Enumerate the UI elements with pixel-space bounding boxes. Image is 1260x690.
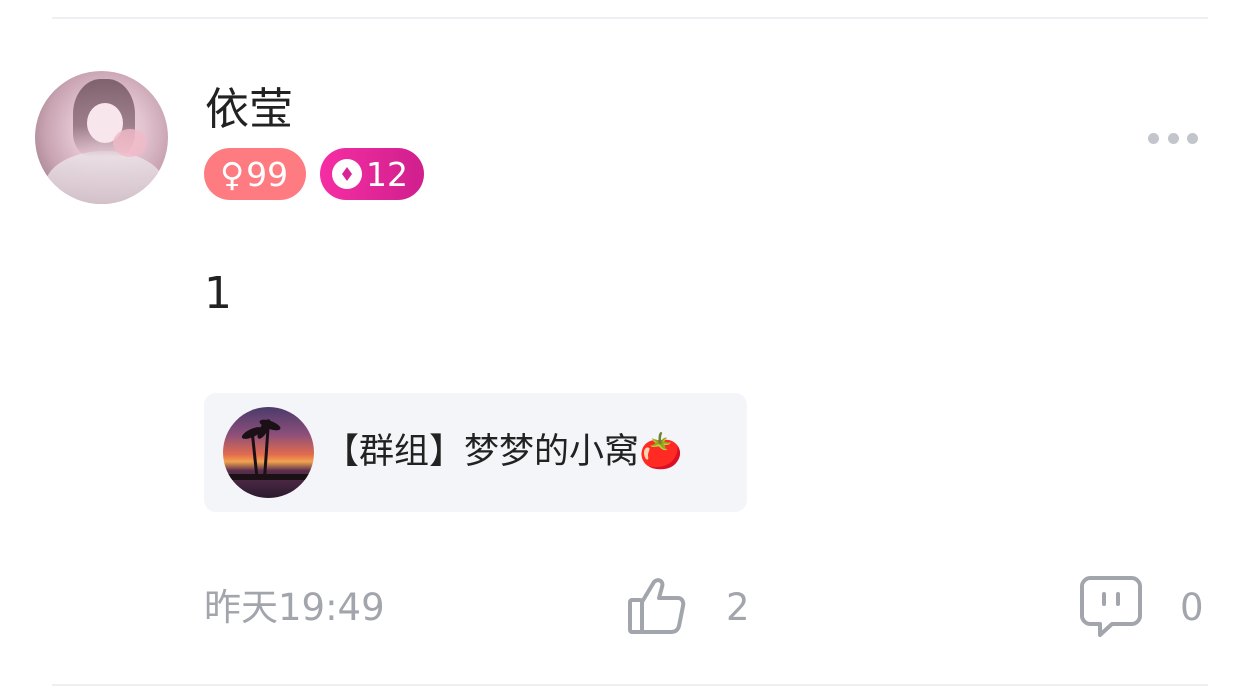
group-card[interactable]: 【群组】梦梦的小窝🍅 [204, 393, 747, 512]
comment-bubble-icon [1080, 576, 1142, 637]
post-content: 1 [204, 268, 232, 319]
gender-badge-value: 99 [246, 154, 289, 194]
diamond-icon [332, 159, 362, 189]
username[interactable]: 依莹 [205, 82, 293, 138]
more-dot [1187, 132, 1198, 144]
horizon-silhouette [223, 474, 314, 480]
more-dot [1167, 132, 1179, 144]
user-avatar[interactable] [35, 71, 168, 204]
post-timestamp: 昨天19:49 [204, 586, 385, 629]
thumbs-up-icon [628, 578, 686, 634]
like-button[interactable] [624, 574, 688, 638]
more-options-button[interactable] [1142, 124, 1204, 152]
like-count: 2 [726, 586, 750, 629]
top-divider [52, 17, 1208, 19]
group-avatar [223, 407, 314, 498]
level-badge: 12 [320, 148, 424, 200]
more-dot [1148, 132, 1159, 144]
level-badge-value: 12 [366, 154, 408, 194]
comment-button[interactable] [1078, 574, 1144, 640]
bottom-divider [52, 684, 1208, 686]
avatar-flower [113, 129, 147, 157]
female-icon: ♀ [220, 154, 245, 194]
gender-badge: ♀ 99 [204, 148, 306, 200]
avatar-robe [45, 151, 165, 204]
group-name: 【群组】梦梦的小窝🍅 [324, 432, 683, 472]
comment-count: 0 [1180, 586, 1204, 629]
palm-trunk [250, 431, 259, 477]
